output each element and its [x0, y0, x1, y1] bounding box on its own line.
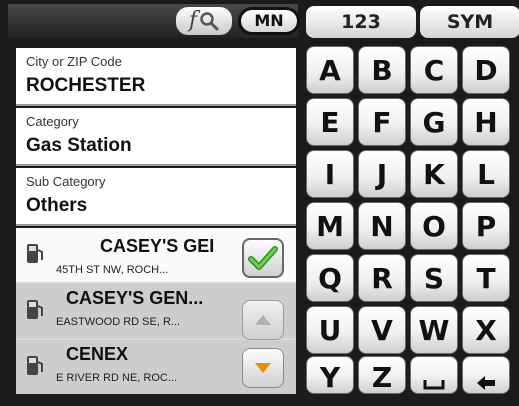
result-address: E RIVER RD NE, ROC...	[56, 372, 178, 384]
key-u[interactable]: U	[306, 306, 354, 354]
key-t[interactable]: T	[462, 254, 510, 302]
key-j[interactable]: J	[358, 150, 406, 198]
confirm-button[interactable]	[242, 238, 284, 278]
city-zip-field[interactable]: City or ZIP Code ROCHESTER	[16, 48, 296, 106]
key-z[interactable]: Z	[358, 356, 406, 394]
key-b[interactable]: B	[358, 46, 406, 94]
category-label: Category	[26, 114, 79, 129]
key-p[interactable]: P	[462, 202, 510, 250]
backspace-arrow-icon	[477, 376, 495, 390]
scroll-down-button[interactable]	[242, 348, 284, 388]
checkmark-icon	[248, 246, 278, 270]
key-f[interactable]: F	[358, 98, 406, 146]
search-button-label: f	[188, 8, 198, 33]
state-selector-button[interactable]: MN	[238, 7, 300, 35]
gas-pump-icon	[27, 244, 43, 263]
key-q[interactable]: Q	[306, 254, 354, 302]
key-c[interactable]: C	[410, 46, 458, 94]
results-list: CASEY'S GEI 45TH ST NW, ROCH... CASEY'S …	[16, 228, 296, 394]
key-o[interactable]: O	[410, 202, 458, 250]
key-l[interactable]: L	[462, 150, 510, 198]
key-w[interactable]: W	[410, 306, 458, 354]
key-e[interactable]: E	[306, 98, 354, 146]
key-s[interactable]: S	[410, 254, 458, 302]
top-toolbar: f MN	[8, 4, 300, 38]
category-field[interactable]: Category Gas Station	[16, 108, 296, 166]
key-v[interactable]: V	[358, 306, 406, 354]
key-n[interactable]: N	[358, 202, 406, 250]
city-zip-value: ROCHESTER	[26, 75, 146, 96]
result-name: CASEY'S GEI	[100, 236, 215, 256]
result-name: CENEX	[66, 344, 129, 364]
category-value: Gas Station	[26, 135, 132, 156]
gas-pump-icon	[27, 356, 43, 375]
key-k[interactable]: K	[410, 150, 458, 198]
result-address: 45TH ST NW, ROCH...	[56, 264, 169, 276]
sub-category-label: Sub Category	[26, 174, 106, 189]
key-a[interactable]: A	[306, 46, 354, 94]
magnifier-icon	[200, 12, 219, 31]
poi-search-button[interactable]: f	[176, 7, 232, 35]
city-zip-label: City or ZIP Code	[26, 54, 122, 69]
result-address: EASTWOOD RD SE, R...	[56, 316, 181, 328]
key-g[interactable]: G	[410, 98, 458, 146]
key-m[interactable]: M	[306, 202, 354, 250]
scroll-up-button[interactable]	[242, 300, 284, 340]
backspace-key[interactable]	[462, 356, 510, 394]
gas-pump-icon	[27, 300, 43, 319]
key-h[interactable]: H	[462, 98, 510, 146]
sub-category-value: Others	[26, 195, 88, 216]
space-icon	[423, 380, 445, 390]
key-y[interactable]: Y	[306, 356, 354, 394]
space-key[interactable]	[410, 356, 458, 394]
arrow-up-icon	[255, 315, 271, 325]
symbol-mode-key[interactable]: SYM	[420, 6, 519, 38]
sub-category-field[interactable]: Sub Category Others	[16, 168, 296, 226]
key-d[interactable]: D	[462, 46, 510, 94]
arrow-down-icon	[255, 363, 271, 373]
key-i[interactable]: I	[306, 150, 354, 198]
key-x[interactable]: X	[462, 306, 510, 354]
state-label: MN	[241, 10, 297, 32]
result-name: CASEY'S GEN...	[66, 288, 204, 308]
key-r[interactable]: R	[358, 254, 406, 302]
numeric-mode-key[interactable]: 123	[306, 6, 416, 38]
